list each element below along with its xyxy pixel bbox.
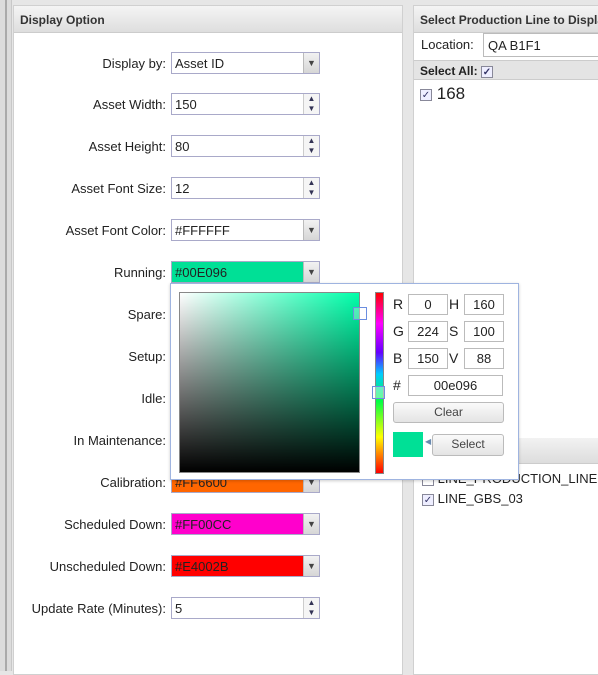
line-checkbox[interactable]: ✓ xyxy=(422,493,434,506)
dropdown-arrow-icon[interactable]: ▼ xyxy=(303,53,319,73)
color-preview-swatch xyxy=(393,432,423,457)
field-input[interactable]: 5 ▲ ▼ xyxy=(171,597,320,619)
form-row: Display by: Asset ID ▼ xyxy=(1,52,321,74)
field-value: #E4002B xyxy=(175,559,229,574)
field-value: Asset ID xyxy=(175,56,225,71)
field-label: Asset Font Color: xyxy=(65,223,166,238)
stepper-buttons[interactable]: ▲ ▼ xyxy=(303,136,319,156)
field-input[interactable]: #FFFFFF ▼ xyxy=(171,219,320,241)
field-input[interactable]: #00E096 ▼ xyxy=(171,261,320,283)
field-label: In Maintenance: xyxy=(73,433,166,448)
location-input[interactable]: QA B1F1 xyxy=(483,33,598,57)
field-input[interactable]: 150 ▲ ▼ xyxy=(171,93,320,115)
field-value: #00E096 xyxy=(175,265,228,280)
field-input[interactable]: #E4002B ▼ xyxy=(171,555,320,577)
dropdown-arrow-icon[interactable]: ▼ xyxy=(303,262,319,282)
g-label: G xyxy=(393,323,404,339)
v-label: V xyxy=(449,350,459,366)
h-input[interactable]: 160 xyxy=(464,294,504,315)
field-value: 80 xyxy=(175,139,190,154)
field-label: Setup: xyxy=(128,349,166,364)
field-label: Running: xyxy=(113,265,166,280)
hue-slider[interactable] xyxy=(372,292,385,474)
field-input[interactable]: 80 ▲ ▼ xyxy=(171,135,320,157)
form-row: Asset Font Size: 12 ▲ ▼ xyxy=(1,177,321,199)
sv-handle[interactable] xyxy=(353,307,367,320)
stepper-buttons[interactable]: ▲ ▼ xyxy=(303,178,319,198)
field-label: Asset Width: xyxy=(93,97,166,112)
b-input[interactable]: 150 xyxy=(408,348,448,369)
field-label: Unscheduled Down: xyxy=(49,559,166,574)
r-input[interactable]: 0 xyxy=(408,294,448,315)
field-label: Asset Font Size: xyxy=(71,181,166,196)
field-input[interactable]: 12 ▲ ▼ xyxy=(171,177,320,199)
field-label: Idle: xyxy=(141,391,166,406)
hex-input[interactable]: 00e096 xyxy=(408,375,503,396)
field-label: Spare: xyxy=(127,307,166,322)
line-item[interactable]: ✓ 168 xyxy=(420,84,465,104)
form-row: Asset Width: 150 ▲ ▼ xyxy=(1,93,321,115)
s-label: S xyxy=(449,323,459,339)
field-label: Display by: xyxy=(102,56,166,71)
dropdown-arrow-icon[interactable]: ▼ xyxy=(303,220,319,240)
form-row: Update Rate (Minutes): 5 ▲ ▼ xyxy=(1,597,321,619)
hue-handle[interactable] xyxy=(372,386,385,399)
field-label: Calibration: xyxy=(100,475,166,490)
field-input[interactable]: #FF00CC ▼ xyxy=(171,513,320,535)
chevron-up-icon[interactable]: ▲ xyxy=(304,136,319,146)
chevron-down-icon[interactable]: ▼ xyxy=(304,104,319,114)
panel-title: Display Option xyxy=(14,6,402,33)
g-input[interactable]: 224 xyxy=(408,321,448,342)
panel-title: Select Production Line to Display xyxy=(414,6,598,33)
clear-button[interactable]: Clear xyxy=(393,402,504,423)
chevron-down-icon[interactable]: ▼ xyxy=(304,608,319,618)
dropdown-arrow-icon[interactable]: ▼ xyxy=(303,514,319,534)
b-label: B xyxy=(393,350,403,366)
field-label: Asset Height: xyxy=(88,139,166,154)
stepper-buttons[interactable]: ▲ ▼ xyxy=(303,598,319,618)
select-all-checkbox[interactable]: ✓ xyxy=(480,65,493,78)
field-input[interactable]: Asset ID ▼ xyxy=(171,52,320,74)
field-value: 12 xyxy=(175,181,190,196)
dropdown-arrow-icon[interactable]: ▼ xyxy=(303,556,319,576)
field-value: #FFFFFF xyxy=(175,223,230,238)
pointer-arrow-icon: ◀ xyxy=(425,437,432,446)
form-row: Asset Font Color: #FFFFFF ▼ xyxy=(1,219,321,241)
field-value: 150 xyxy=(175,97,197,112)
field-value: #FF00CC xyxy=(175,517,232,532)
line-item[interactable]: ✓ LINE_GBS_03 xyxy=(422,491,523,506)
chevron-down-icon[interactable]: ▼ xyxy=(304,188,319,198)
select-all-label: Select All: xyxy=(420,64,478,78)
form-row: Asset Height: 80 ▲ ▼ xyxy=(1,135,321,157)
form-row: Unscheduled Down: #E4002B ▼ xyxy=(1,555,321,577)
v-input[interactable]: 88 xyxy=(464,348,504,369)
chevron-down-icon[interactable]: ▼ xyxy=(304,146,319,156)
saturation-value-area[interactable] xyxy=(179,292,367,473)
form-row: Scheduled Down: #FF00CC ▼ xyxy=(1,513,321,535)
select-button[interactable]: Select xyxy=(432,434,504,456)
r-label: R xyxy=(393,296,404,312)
field-label: Scheduled Down: xyxy=(64,517,166,532)
line-checkbox[interactable]: ✓ xyxy=(420,88,432,101)
line-label: 168 xyxy=(436,84,466,103)
color-picker-popup: R 0 H 160 G 224 S 100 B 150 V 88 # 00e09… xyxy=(170,283,519,480)
stepper-buttons[interactable]: ▲ ▼ xyxy=(303,94,319,114)
chevron-up-icon[interactable]: ▲ xyxy=(304,178,319,188)
location-label: Location: xyxy=(421,37,474,52)
field-value: 5 xyxy=(175,601,183,616)
line-label: LINE_GBS_03 xyxy=(437,491,523,506)
hex-label: # xyxy=(393,377,401,393)
form-row: Running: #00E096 ▼ xyxy=(1,261,321,283)
h-label: H xyxy=(449,296,460,312)
chevron-up-icon[interactable]: ▲ xyxy=(304,94,319,104)
field-label: Update Rate (Minutes): xyxy=(31,601,166,616)
s-input[interactable]: 100 xyxy=(464,321,504,342)
chevron-up-icon[interactable]: ▲ xyxy=(304,598,319,608)
